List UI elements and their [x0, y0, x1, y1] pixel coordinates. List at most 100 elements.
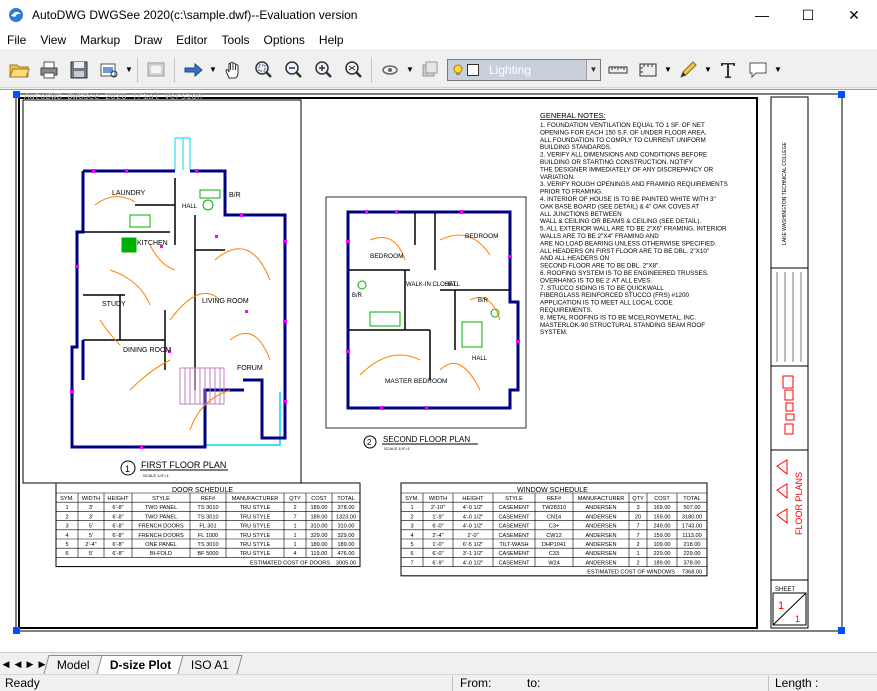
- layer-select[interactable]: Lighting ▼: [447, 58, 601, 81]
- drawing-canvas[interactable]: AutoDWG DWGSee 2020 Trial Version LAUNDR…: [0, 89, 877, 652]
- school-name: LAKE WASHINGTON TECHNICAL COLLEGE: [782, 142, 788, 245]
- schedule-cell: ANDERSEN: [585, 560, 616, 566]
- tab-iso-a1[interactable]: ISO A1: [177, 655, 243, 674]
- schedule-cell: 20: [635, 514, 641, 520]
- schedule-cell: 109.00: [653, 542, 670, 548]
- lightbulb-icon: [453, 64, 463, 75]
- menu-tools[interactable]: Tools: [215, 33, 257, 47]
- schedule-cell: TRU STYLE: [240, 514, 271, 520]
- prev-tab-icon[interactable]: ◀: [12, 654, 24, 674]
- forward-dropdown-icon[interactable]: ▼: [208, 55, 218, 85]
- page-setup-icon[interactable]: [141, 55, 171, 85]
- measure-distance-icon[interactable]: [603, 55, 633, 85]
- forward-arrow-icon[interactable]: [178, 55, 208, 85]
- status-ready: Ready: [5, 676, 40, 690]
- maximize-button[interactable]: ☐: [785, 0, 831, 30]
- comment-dropdown-icon[interactable]: ▼: [773, 55, 783, 85]
- print-preview-icon[interactable]: [94, 55, 124, 85]
- schedule-cell: 6'-9": [432, 560, 443, 566]
- tab-label: Model: [56, 658, 90, 672]
- menu-help[interactable]: Help: [312, 33, 351, 47]
- schedule-cell: 329.00: [337, 533, 354, 539]
- schedule-cell: TWO PANEL: [145, 505, 178, 511]
- pan-hand-icon[interactable]: [218, 55, 248, 85]
- schedule-cell: FRENCH DOORS: [138, 533, 184, 539]
- zoom-window-icon[interactable]: [248, 55, 278, 85]
- note-line: 6. ROOFING SYSTEM IS TO BE ENGINEERED TR…: [540, 270, 709, 277]
- zoom-in-icon[interactable]: [308, 55, 338, 85]
- note-line: 1. FOUNDATION VENTILATION EQUAL TO 1 SF.…: [540, 122, 705, 129]
- schedule-cell: 1: [636, 551, 639, 557]
- selection-handle[interactable]: [13, 627, 20, 634]
- open-folder-icon[interactable]: [4, 55, 34, 85]
- note-line: ALL HEADERS ON FIRST FLOOR ARE TO BE DBL…: [540, 248, 709, 255]
- window-title: AutoDWG DWGSee 2020(c:\sample.dwf)--Eval…: [32, 8, 358, 22]
- toolbar-separator: [174, 56, 175, 83]
- note-line: VARIATION.: [540, 174, 575, 181]
- layer-states-icon[interactable]: [415, 55, 445, 85]
- measure-area-icon[interactable]: [633, 55, 663, 85]
- schedule-cell: ANDERSEN: [585, 505, 616, 511]
- menu-options[interactable]: Options: [257, 33, 312, 47]
- print-dropdown-icon[interactable]: ▼: [124, 55, 134, 85]
- schedule-cell: 7: [636, 533, 639, 539]
- tab-d-size-plot[interactable]: D-size Plot: [96, 655, 185, 674]
- zoom-out-icon[interactable]: [278, 55, 308, 85]
- chevron-down-icon[interactable]: ▼: [586, 59, 600, 80]
- schedule-cell: FL 1000: [198, 533, 218, 539]
- selection-handle[interactable]: [838, 627, 845, 634]
- schedule-header: MANUFACTURER: [232, 496, 279, 502]
- minimize-button[interactable]: —: [739, 0, 785, 30]
- next-tab-icon[interactable]: ▶: [24, 654, 36, 674]
- text-icon[interactable]: [713, 55, 743, 85]
- close-button[interactable]: ✕: [831, 0, 877, 30]
- schedule-cell: CASEMENT: [498, 524, 530, 530]
- save-icon[interactable]: [64, 55, 94, 85]
- schedule-footer-value: 7368.00: [682, 570, 702, 576]
- schedule-cell: 189.00: [653, 560, 670, 566]
- print-icon[interactable]: [34, 55, 64, 85]
- menu-markup[interactable]: Markup: [73, 33, 127, 47]
- schedule-cell: 1: [65, 505, 68, 511]
- schedule-cell: 2: [636, 542, 639, 548]
- layers-dropdown-icon[interactable]: ▼: [405, 55, 415, 85]
- tab-label: D-size Plot: [109, 658, 171, 672]
- schedule-cell: ANDERSEN: [585, 524, 616, 530]
- room-label: B/R: [352, 293, 363, 299]
- room-label: LIVING ROOM: [202, 298, 249, 305]
- schedule-cell: CASEMENT: [498, 560, 530, 566]
- note-line: 3. VERIFY ROUGH OPENINGS AND FRAMING REQ…: [540, 181, 728, 188]
- sheet-title: FLOOR PLANS: [794, 472, 804, 535]
- status-from: From:: [460, 676, 492, 690]
- schedule-cell: CASEMENT: [498, 551, 530, 557]
- zoom-extents-icon[interactable]: [338, 55, 368, 85]
- schedule-cell: 378.00: [683, 560, 700, 566]
- note-line: APPLICATION IS TO MEET ALL LOCAL CODE: [540, 300, 673, 307]
- schedule-cell: 3': [89, 514, 93, 520]
- schedule-cell: 229.00: [683, 551, 700, 557]
- drawing-svg[interactable]: AutoDWG DWGSee 2020 Trial Version LAUNDR…: [0, 90, 877, 653]
- note-line: WALL & CEILING OR BEAMS & CEILING (SEE D…: [540, 218, 701, 225]
- schedule-cell: CASEMENT: [498, 533, 530, 539]
- schedule-cell: ANDERSEN: [585, 533, 616, 539]
- measure-dropdown-icon[interactable]: ▼: [663, 55, 673, 85]
- menu-editor[interactable]: Editor: [169, 33, 214, 47]
- tab-model[interactable]: Model: [43, 655, 104, 674]
- pen-dropdown-icon[interactable]: ▼: [703, 55, 713, 85]
- room-label: MASTER BEDROOM: [385, 378, 447, 385]
- selection-handle[interactable]: [13, 91, 20, 98]
- selection-handle[interactable]: [838, 91, 845, 98]
- menu-view[interactable]: View: [33, 33, 73, 47]
- first-tab-icon[interactable]: ◀: [0, 654, 12, 674]
- schedule-cell: 507.00: [683, 505, 700, 511]
- menu-file[interactable]: File: [0, 33, 33, 47]
- schedule-cell: 310.00: [337, 524, 354, 530]
- pen-markup-icon[interactable]: [673, 55, 703, 85]
- layers-icon[interactable]: [375, 55, 405, 85]
- room-label: STUDY: [102, 301, 126, 308]
- schedule-cell: ONE PANEL: [145, 542, 177, 548]
- comment-icon[interactable]: [743, 55, 773, 85]
- menu-draw[interactable]: Draw: [127, 33, 169, 47]
- schedule-cell: 119.00: [311, 551, 328, 557]
- schedule-cell: 6'-0": [432, 551, 443, 557]
